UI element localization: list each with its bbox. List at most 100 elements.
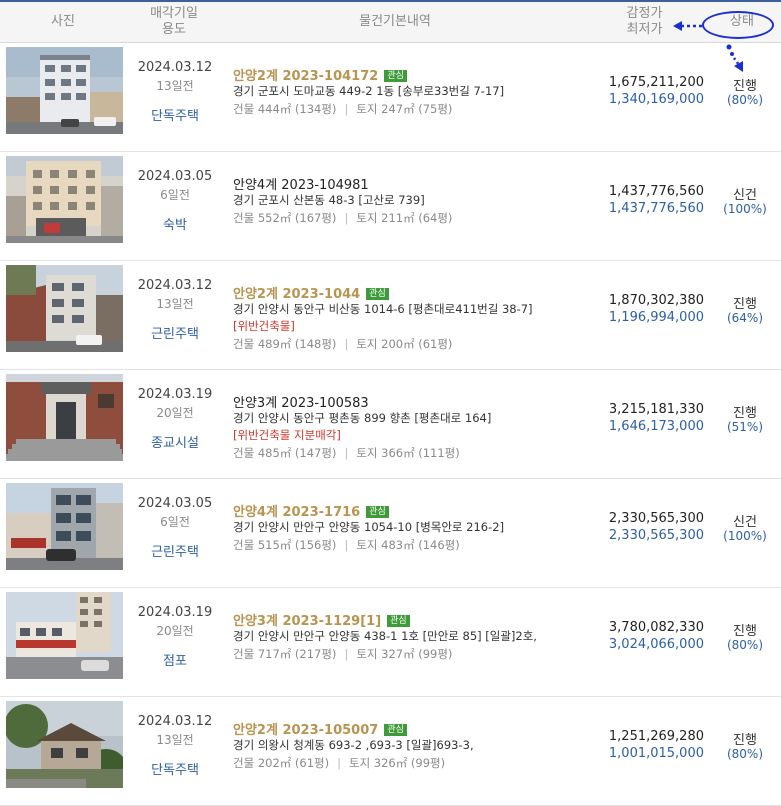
case-number-link[interactable]: 안양2계 2023-1044 관심	[233, 283, 389, 302]
address: 경기 안양시 만안구 안양동 1054-10 [병목안로 216-2]	[233, 520, 505, 534]
area-separator: |	[344, 211, 349, 225]
property-photo-image[interactable]	[6, 701, 123, 788]
usage-type: 숙박	[163, 218, 187, 233]
property-photo-image[interactable]	[6, 592, 123, 679]
sale-date: 2024.03.12	[137, 60, 213, 75]
property-photo[interactable]	[6, 701, 123, 788]
area-info: 건물 202㎡ (61평) | 토지 326㎡ (99평)	[233, 755, 445, 771]
area-separator: |	[344, 102, 349, 116]
land-area: 토지 200㎡ (61평)	[356, 337, 453, 351]
property-photo-image[interactable]	[6, 483, 123, 570]
header-usage[interactable]: 용도	[134, 22, 214, 38]
case-number-link[interactable]: 안양3계 2023-100583	[233, 392, 369, 411]
status-percent: (80%)	[726, 93, 764, 107]
property-photo-image[interactable]	[6, 156, 123, 243]
sale-date: 2024.03.05	[137, 496, 213, 511]
address: 경기 안양시 만안구 안양동 438-1 1호 [만안로 85] [일괄]2호,	[233, 629, 537, 643]
violation-warning: [위반건축물 지분매각]	[233, 428, 341, 442]
usage-type: 종교시설	[151, 436, 199, 451]
case-number-link[interactable]: 안양2계 2023-104172 관심	[233, 65, 407, 84]
days-ago: 20일전	[156, 406, 194, 420]
appraisal-price: 1,437,776,560	[608, 184, 704, 199]
status-text: 신건	[733, 188, 757, 203]
case-number-link[interactable]: 안양4계 2023-1716 관심	[233, 501, 389, 520]
area-info: 건물 444㎡ (134평) | 토지 247㎡ (75평)	[233, 101, 452, 117]
property-photo[interactable]	[6, 374, 123, 461]
property-photo-image[interactable]	[6, 265, 123, 352]
table-row[interactable]: 2024.03.05 6일전 숙박 안양4계 2023-104981 경기 군포…	[0, 152, 781, 261]
property-photo[interactable]	[6, 592, 123, 679]
table-row[interactable]: 2024.03.19 20일전 종교시설 안양3계 2023-100583 경기…	[0, 370, 781, 479]
case-number[interactable]: 안양3계 2023-100583	[233, 396, 369, 411]
header-date-usage[interactable]: 매각기일 용도	[134, 6, 214, 38]
case-number[interactable]: 안양3계 2023-1129[1]	[233, 614, 381, 629]
property-photo[interactable]	[6, 47, 123, 134]
usage-type: 근린주택	[151, 327, 199, 342]
property-photo-image[interactable]	[6, 47, 123, 134]
status-percent: (64%)	[726, 311, 764, 325]
case-number-link[interactable]: 안양2계 2023-105007 관심	[233, 719, 407, 738]
favorite-badge: 관심	[387, 615, 410, 627]
status-text: 진행	[733, 79, 757, 94]
minimum-price: 2,330,565,300	[608, 528, 704, 543]
building-area: 건물 515㎡ (156평)	[233, 538, 337, 552]
status-text: 진행	[733, 733, 757, 748]
appraisal-price: 1,251,269,280	[608, 729, 704, 744]
building-area: 건물 489㎡ (148평)	[233, 337, 337, 351]
building-area: 건물 485㎡ (147평)	[233, 446, 337, 460]
header-sale-date[interactable]: 매각기일	[134, 6, 214, 22]
appraisal-price: 2,330,565,300	[608, 511, 704, 526]
days-ago: 13일전	[156, 297, 194, 311]
table-row[interactable]: 2024.03.12 13일전 단독주택 안양2계 2023-105007 관심 …	[0, 697, 781, 806]
minimum-price: 1,196,994,000	[608, 310, 704, 325]
case-number[interactable]: 안양2계 2023-105007	[233, 723, 378, 738]
appraisal-price: 1,870,302,380	[608, 293, 704, 308]
table-row[interactable]: 2024.03.12 13일전 단독주택 안양2계 2023-104172 관심 …	[0, 43, 781, 152]
area-separator: |	[344, 538, 349, 552]
land-area: 토지 483㎡ (146평)	[356, 538, 460, 552]
property-photo[interactable]	[6, 265, 123, 352]
case-number[interactable]: 안양4계 2023-104981	[233, 178, 369, 193]
table-header: 사진 매각기일 용도 물건기본내역 감정가 최저가 상태	[0, 2, 781, 43]
address: 경기 안양시 동안구 평촌동 899 향촌 [평촌대로 164]	[233, 411, 492, 425]
case-number-link[interactable]: 안양3계 2023-1129[1] 관심	[233, 610, 410, 629]
area-separator: |	[344, 446, 349, 460]
property-photo-image[interactable]	[6, 374, 123, 461]
building-area: 건물 444㎡ (134평)	[233, 102, 337, 116]
header-appraisal[interactable]: 감정가	[612, 6, 677, 22]
address: 경기 의왕시 청계동 693-2 ,693-3 [일괄]693-3,	[233, 738, 474, 752]
minimum-price: 1,646,173,000	[608, 419, 704, 434]
table-row[interactable]: 2024.03.12 13일전 근린주택 안양2계 2023-1044 관심 경기…	[0, 261, 781, 370]
property-photo[interactable]	[6, 156, 123, 243]
property-photo[interactable]	[6, 483, 123, 570]
days-ago: 20일전	[156, 624, 194, 638]
sale-date: 2024.03.12	[137, 714, 213, 729]
area-separator: |	[344, 647, 349, 661]
table-row[interactable]: 2024.03.19 20일전 점포 안양3계 2023-1129[1] 관심 경…	[0, 588, 781, 697]
area-info: 건물 485㎡ (147평) | 토지 366㎡ (111평)	[233, 445, 460, 461]
usage-type: 근린주택	[151, 545, 199, 560]
usage-type: 단독주택	[151, 109, 199, 124]
area-separator: |	[337, 756, 341, 770]
address: 경기 안양시 동안구 비산동 1014-6 [평촌대로411번길 38-7]	[233, 302, 533, 316]
header-price[interactable]: 감정가 최저가	[612, 6, 677, 38]
status-text: 진행	[733, 297, 757, 312]
case-number[interactable]: 안양2계 2023-1044	[233, 287, 360, 302]
status-text: 진행	[733, 624, 757, 639]
days-ago: 6일전	[160, 188, 190, 202]
table-row[interactable]: 2024.03.05 6일전 근린주택 안양4계 2023-1716 관심 경기 …	[0, 479, 781, 588]
appraisal-price: 3,215,181,330	[608, 402, 704, 417]
status-percent: (100%)	[723, 202, 767, 216]
case-number[interactable]: 안양4계 2023-1716	[233, 505, 360, 520]
header-minimum[interactable]: 최저가	[612, 22, 677, 38]
area-info: 건물 489㎡ (148평) | 토지 200㎡ (61평)	[233, 336, 452, 352]
favorite-badge: 관심	[384, 724, 407, 736]
status-text: 신건	[733, 515, 757, 530]
case-number[interactable]: 안양2계 2023-104172	[233, 69, 378, 84]
appraisal-price: 3,780,082,330	[608, 620, 704, 635]
case-number-link[interactable]: 안양4계 2023-104981	[233, 174, 369, 193]
appraisal-price: 1,675,211,200	[608, 75, 704, 90]
building-area: 건물 202㎡ (61평)	[233, 756, 330, 770]
favorite-badge: 관심	[366, 288, 389, 300]
annotation-arrow-left-icon	[673, 21, 702, 31]
